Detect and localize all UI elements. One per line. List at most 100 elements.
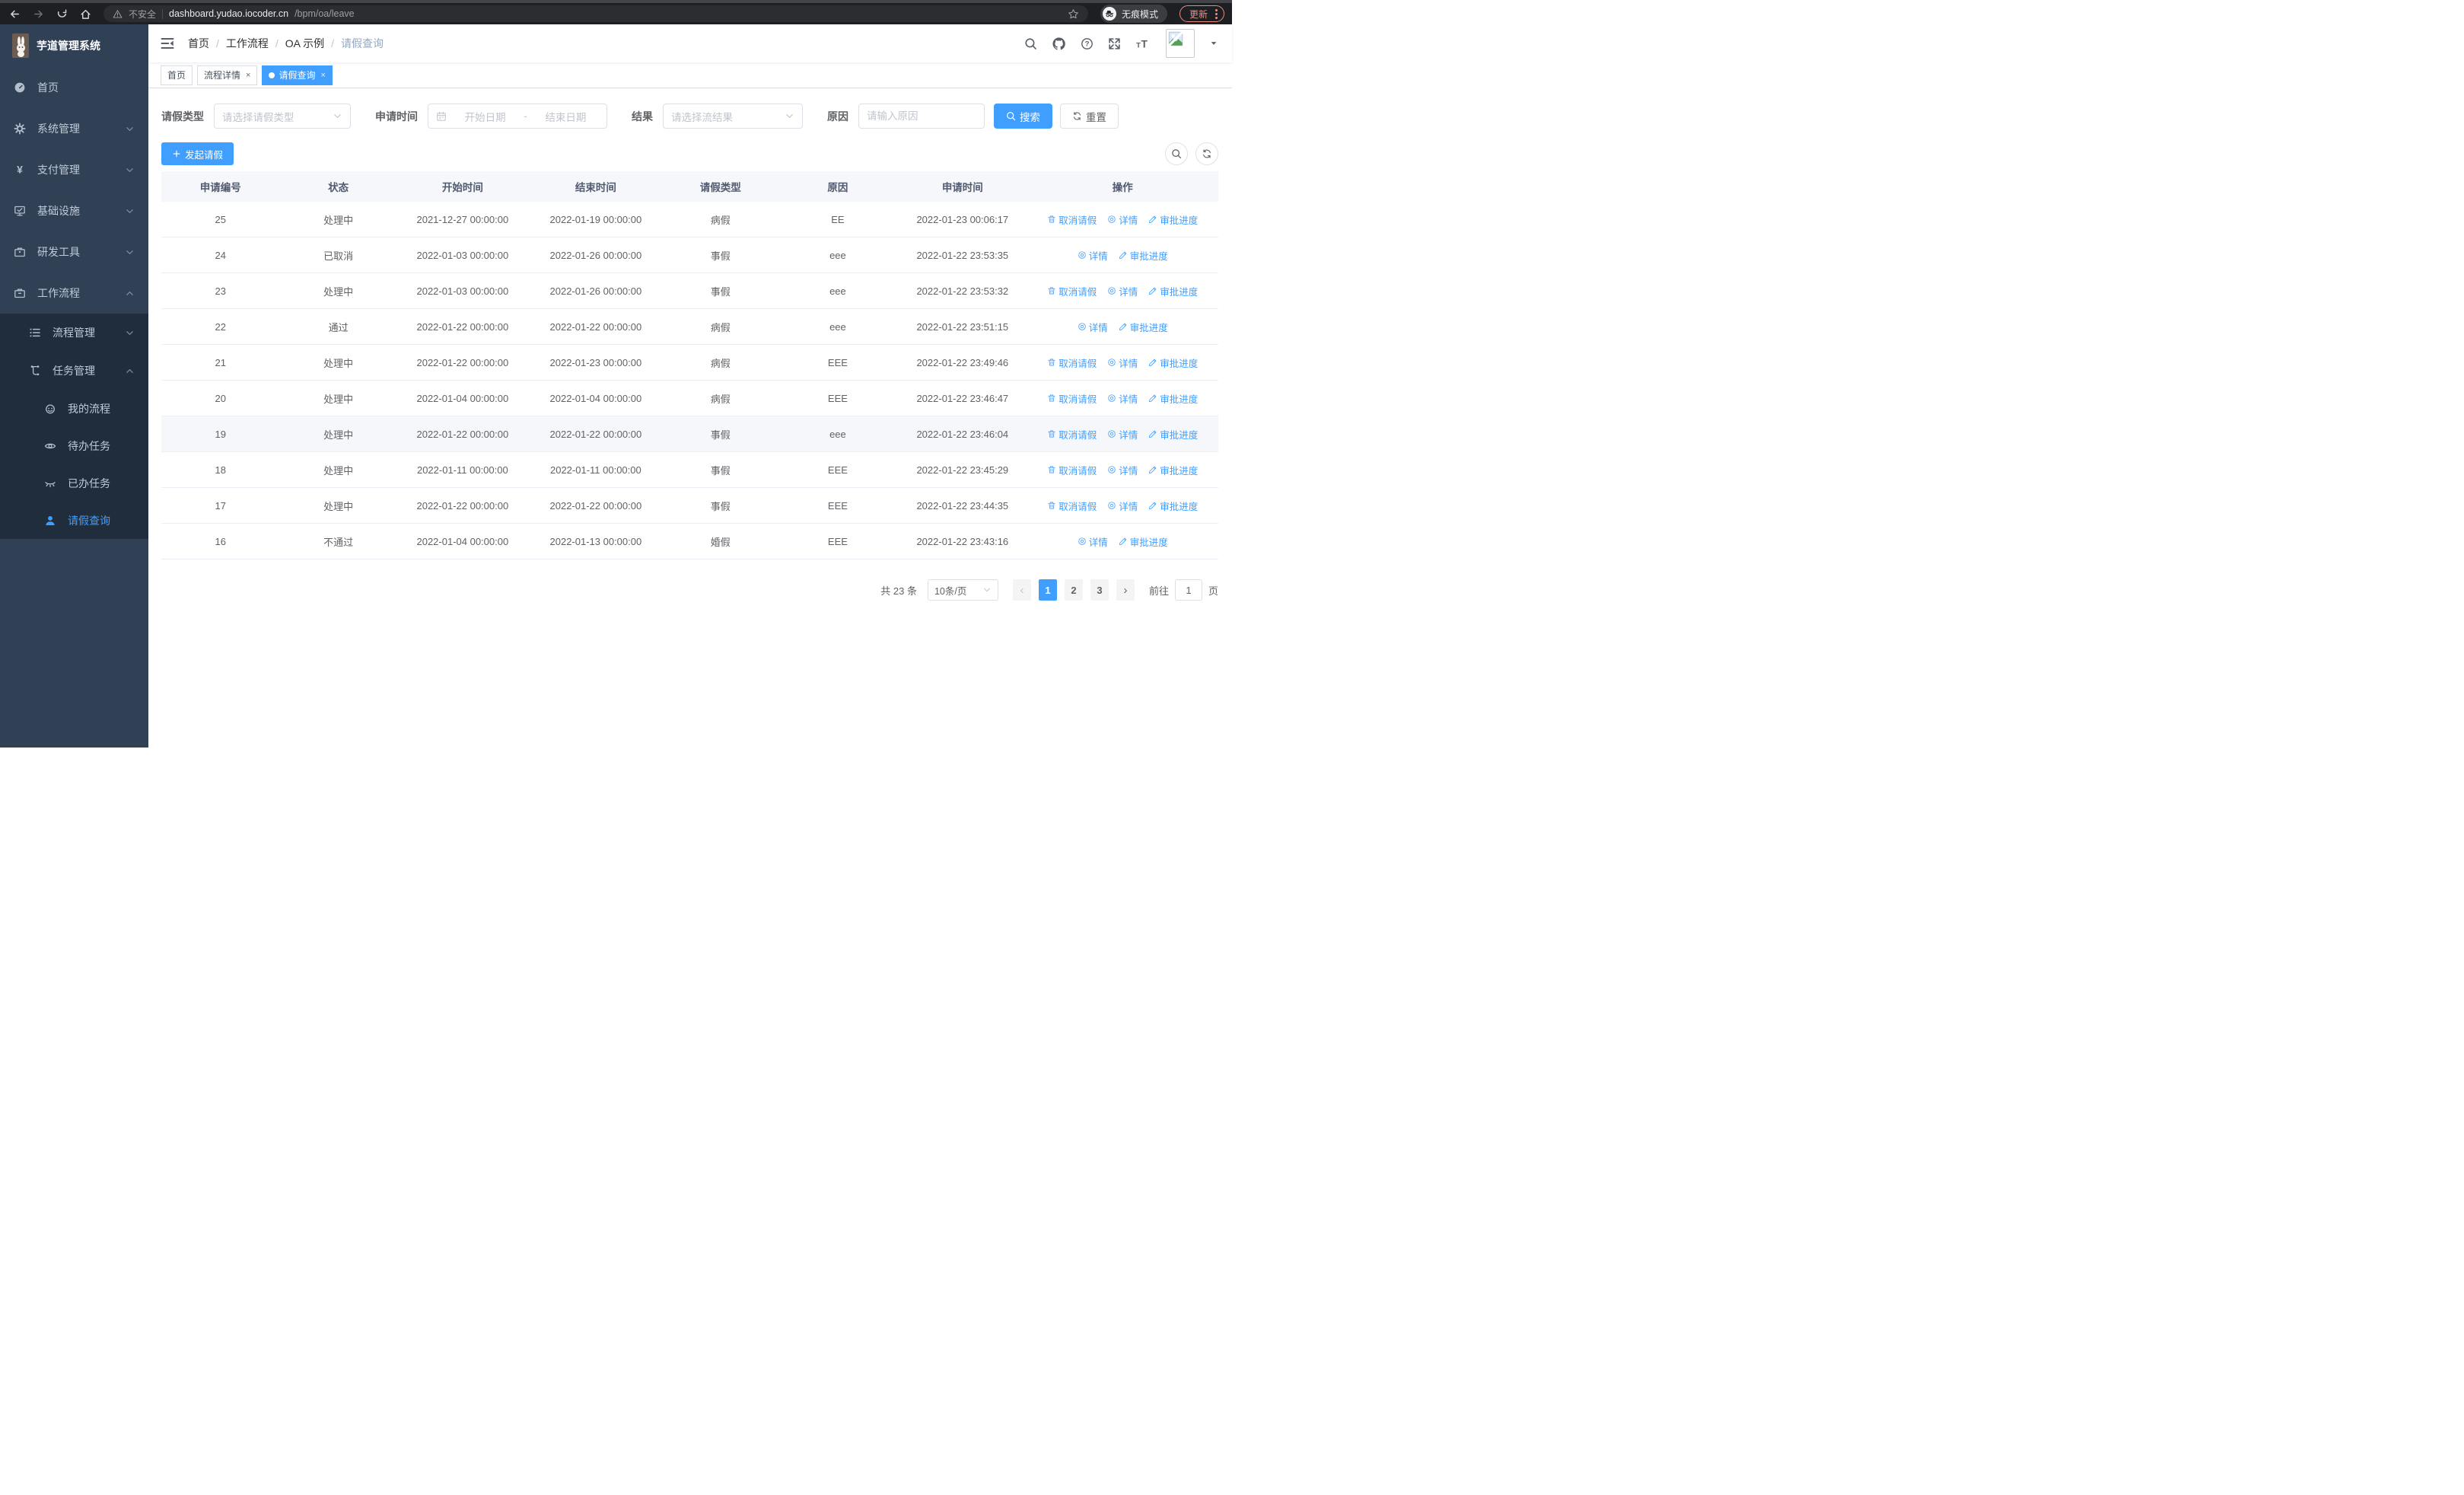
sidebar-item-我的流程[interactable]: 我的流程 [0,390,148,427]
page-button-3[interactable]: 3 [1090,579,1109,601]
sidebar-item-系统管理[interactable]: 系统管理 [0,108,148,149]
help-icon[interactable]: ? [1081,37,1094,50]
home-icon[interactable] [80,8,91,20]
close-tab-icon[interactable]: × [320,71,325,80]
approval-progress-link[interactable]: 审批进度 [1148,355,1198,370]
refresh-icon [1072,111,1082,121]
approval-progress-link[interactable]: 审批进度 [1148,212,1198,227]
approval-progress-link[interactable]: 审批进度 [1119,248,1168,263]
sidebar-item-基础设施[interactable]: 基础设施 [0,190,148,231]
header-search-icon[interactable] [1024,37,1037,50]
app-logo[interactable]: 芋道管理系统 [0,24,148,67]
sidebar-item-流程管理[interactable]: 流程管理 [0,314,148,352]
filter-form: 请假类型 请选择请假类型 申请时间 开始日期 - 结束日期 结果 请选择流结果 … [161,104,1218,129]
fullscreen-icon[interactable] [1108,37,1121,50]
forward-icon[interactable] [33,8,44,20]
cancel-leave-link[interactable]: 取消请假 [1047,427,1097,441]
sidebar-item-请假查询[interactable]: 请假查询 [0,502,148,539]
detail-link[interactable]: 详情 [1107,463,1138,477]
approval-progress-link[interactable]: 审批进度 [1148,427,1198,441]
back-icon[interactable] [9,8,21,20]
detail-link[interactable]: 详情 [1107,391,1138,406]
approval-progress-link[interactable]: 审批进度 [1148,499,1198,513]
tab-首页[interactable]: 首页 [161,65,193,85]
request-id: 16 [215,535,227,547]
update-button[interactable]: 更新 [1179,5,1224,22]
sidebar-item-已办任务[interactable]: 已办任务 [0,464,148,502]
sidebar-item-待办任务[interactable]: 待办任务 [0,427,148,464]
page-size-select[interactable]: 10条/页 [927,579,998,601]
sidebar-item-任务管理[interactable]: 任务管理 [0,352,148,390]
url-bar[interactable]: 不安全 dashboard.yudao.iocoder.cn/bpm/oa/le… [103,5,1088,22]
end-date-placeholder[interactable]: 结束日期 [533,109,599,124]
sidebar-item-首页[interactable]: 首页 [0,67,148,108]
cancel-leave-link[interactable]: 取消请假 [1047,391,1097,406]
leave-type: 病假 [710,321,731,333]
main-area: 首页 / 工作流程 / OA 示例 / 请假查询 ? TT 首页 流程详情 × 请假查询 × 请假类… [148,24,1232,748]
detail-link[interactable]: 详情 [1107,212,1138,227]
detail-link[interactable]: 详情 [1107,427,1138,441]
close-tab-icon[interactable]: × [246,71,250,80]
detail-link[interactable]: 详情 [1107,284,1138,298]
user-menu-caret-icon[interactable] [1209,39,1218,48]
sidebar-item-label: 任务管理 [53,365,95,377]
start-date-placeholder[interactable]: 开始日期 [452,109,518,124]
avatar[interactable] [1166,29,1195,58]
approval-progress-link-label: 审批进度 [1129,250,1168,262]
cancel-leave-link[interactable]: 取消请假 [1047,463,1097,477]
approval-progress-link[interactable]: 审批进度 [1119,320,1168,334]
reason: EEE [827,356,848,368]
page-button-1[interactable]: 1 [1038,579,1057,601]
row-actions: 取消请假 详情 审批进度 [1027,427,1218,441]
breadcrumb-item-首页[interactable]: 首页 [188,36,209,51]
bookmark-star-icon[interactable] [1068,8,1079,20]
tab-请假查询[interactable]: 请假查询 × [262,65,333,85]
edit-icon [1148,286,1157,295]
table-row-20: 20 处理中 2022-01-04 00:00:00 2022-01-04 00:00… [161,381,1218,416]
breadcrumb-item-工作流程[interactable]: 工作流程 [226,36,269,51]
table-row-22: 22 通过 2022-01-22 00:00:00 2022-01-22 00:00:… [161,309,1218,345]
eyedetail-icon [1078,322,1087,331]
reason-input-wrap [858,104,985,129]
breadcrumb-item-OA 示例[interactable]: OA 示例 [285,36,324,51]
detail-link[interactable]: 详情 [1107,355,1138,370]
font-size-icon[interactable]: TT [1135,37,1148,50]
sidebar-toggle[interactable] [160,36,175,51]
reload-icon[interactable] [56,8,68,20]
cancel-leave-link-label: 取消请假 [1059,394,1097,405]
tab-流程详情[interactable]: 流程详情 × [197,65,258,85]
prev-page-button[interactable]: ‹ [1012,579,1031,601]
sidebar-item-研发工具[interactable]: 研发工具 [0,231,148,273]
refresh-table-button[interactable] [1195,142,1218,165]
reason-input[interactable] [867,110,976,122]
reset-button[interactable]: 重置 [1060,104,1119,129]
browser-menu-icon[interactable] [1215,8,1218,19]
github-icon[interactable] [1052,37,1066,51]
detail-link[interactable]: 详情 [1078,534,1108,549]
date-range-picker[interactable]: 开始日期 - 结束日期 [428,104,607,129]
approval-progress-link[interactable]: 审批进度 [1148,284,1198,298]
result-select[interactable]: 请选择流结果 [663,104,803,129]
toggle-search-button[interactable] [1165,142,1188,165]
cancel-leave-link[interactable]: 取消请假 [1047,499,1097,513]
detail-link[interactable]: 详情 [1078,248,1108,263]
leave-type-select[interactable]: 请选择请假类型 [214,104,351,129]
sidebar-item-支付管理[interactable]: ¥ 支付管理 [0,149,148,190]
sidebar-item-工作流程[interactable]: 工作流程 [0,273,148,314]
approval-progress-link[interactable]: 审批进度 [1119,534,1168,549]
next-page-button[interactable]: › [1116,579,1135,601]
cancel-leave-link[interactable]: 取消请假 [1047,355,1097,370]
detail-link[interactable]: 详情 [1078,320,1108,334]
page-button-2[interactable]: 2 [1064,579,1083,601]
cancel-leave-link[interactable]: 取消请假 [1047,284,1097,298]
filter-reason: 原因 [827,104,985,129]
goto-page-input[interactable] [1174,579,1202,601]
detail-link[interactable]: 详情 [1107,499,1138,513]
sidebar-item-label: 研发工具 [37,246,80,258]
search-button[interactable]: 搜索 [994,104,1052,129]
approval-progress-link[interactable]: 审批进度 [1148,391,1198,406]
approval-progress-link[interactable]: 审批进度 [1148,463,1198,477]
create-leave-button[interactable]: 发起请假 [161,142,234,165]
cancel-leave-link[interactable]: 取消请假 [1047,212,1097,227]
detail-link-label: 详情 [1088,322,1108,333]
